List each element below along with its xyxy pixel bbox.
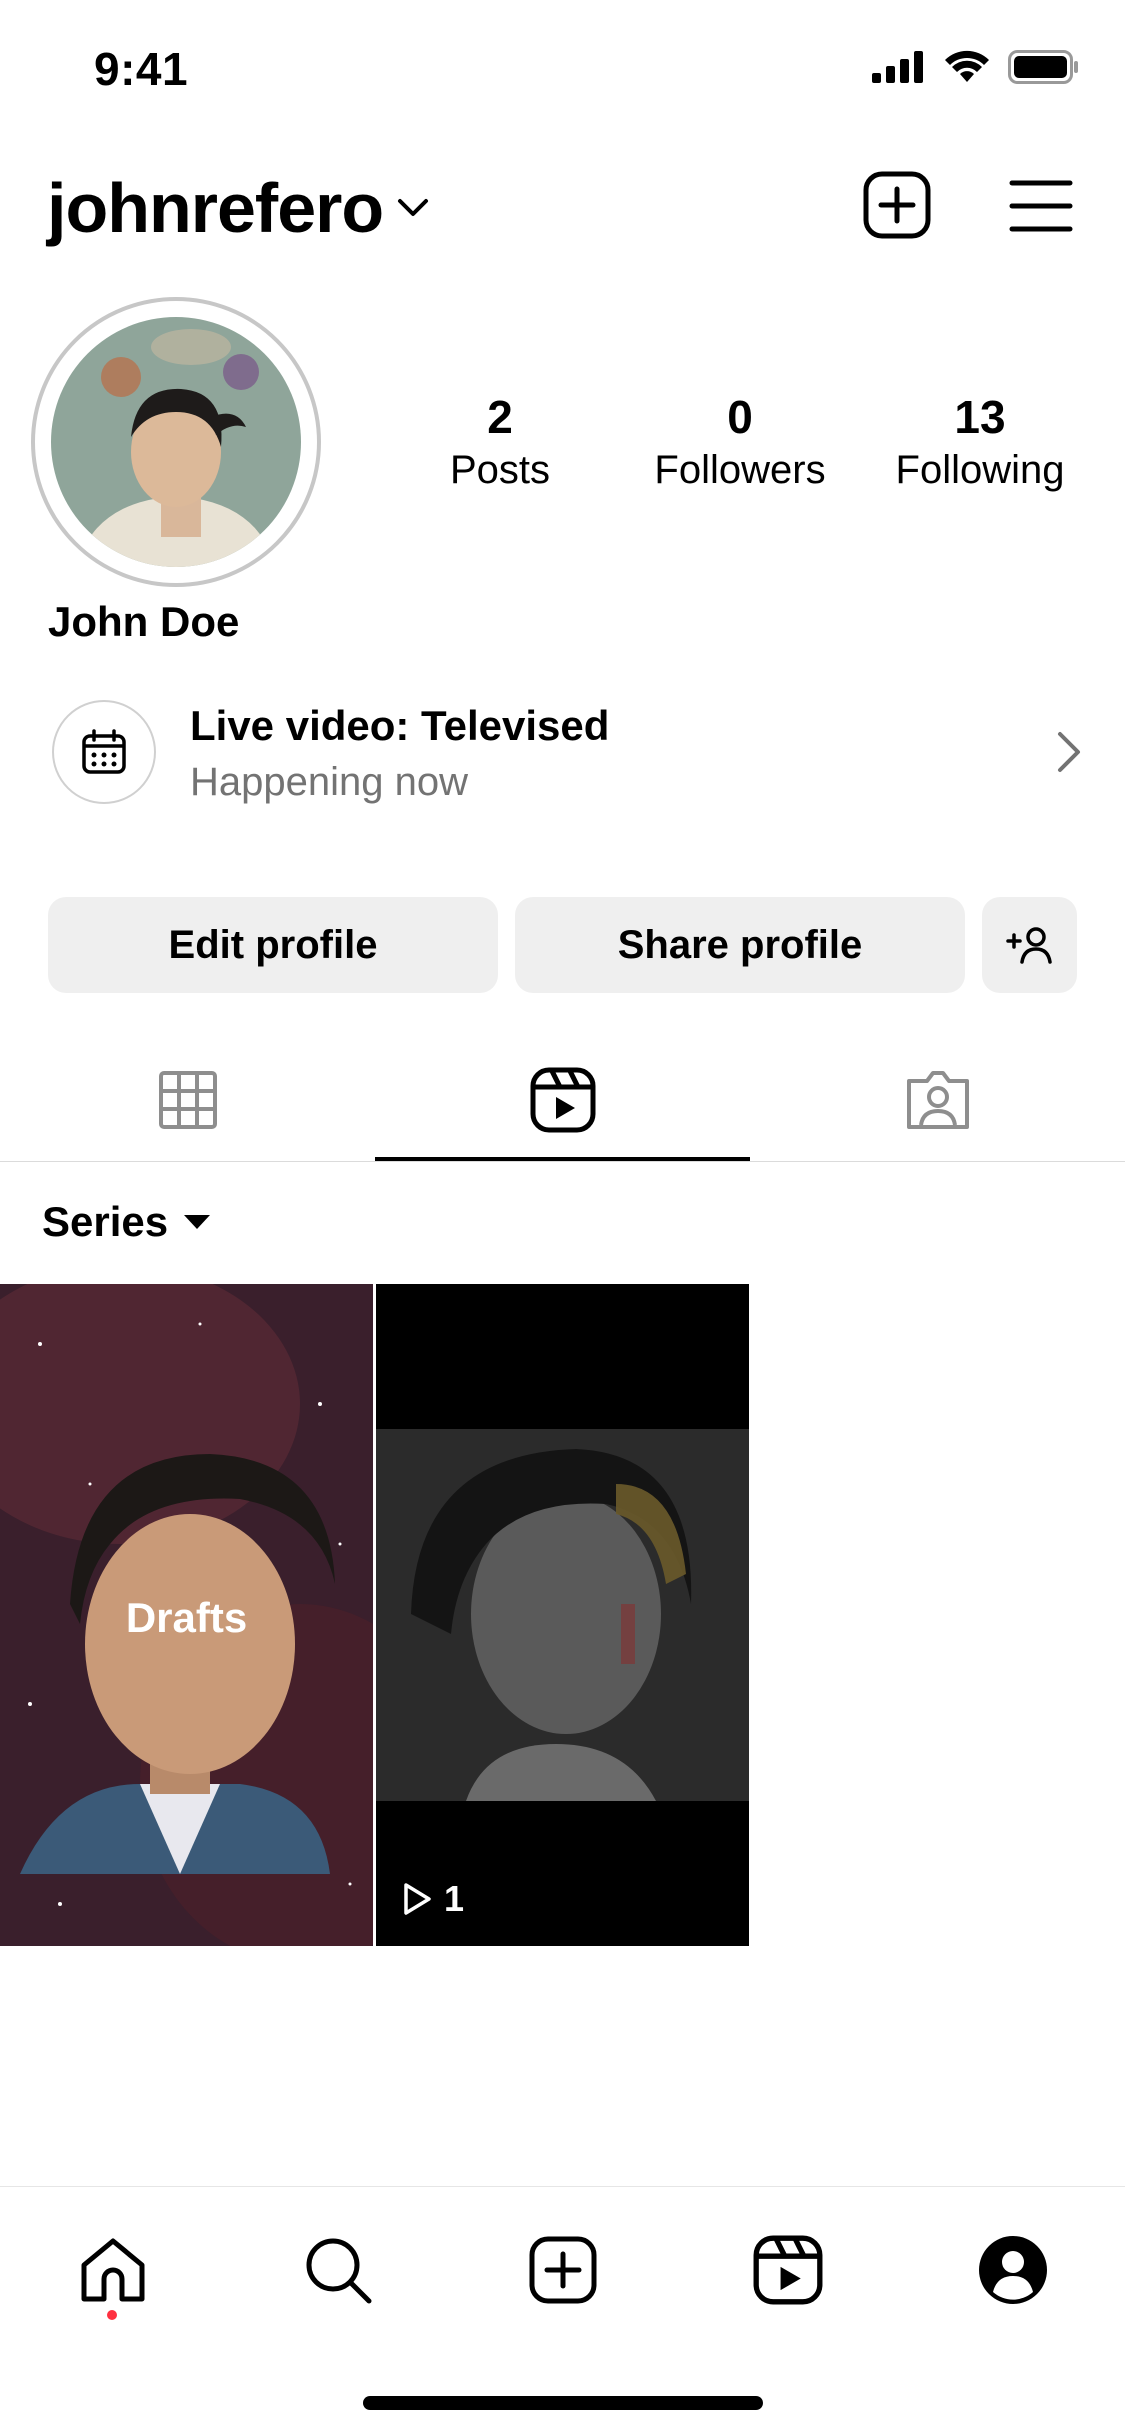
nav-profile[interactable] xyxy=(900,2222,1125,2318)
menu-button[interactable] xyxy=(1009,178,1073,234)
create-button[interactable] xyxy=(862,170,932,240)
hamburger-menu-icon xyxy=(1009,180,1073,232)
reels-icon xyxy=(530,1067,595,1133)
play-icon xyxy=(404,1883,431,1915)
calendar-icon-wrapper xyxy=(52,700,156,804)
share-profile-button[interactable]: Share profile xyxy=(515,897,965,993)
drafts-tile[interactable]: Drafts xyxy=(0,1284,373,1946)
home-icon xyxy=(81,2238,144,2302)
tab-reels[interactable] xyxy=(375,1040,750,1160)
tab-grid[interactable] xyxy=(0,1040,375,1160)
play-count: 1 xyxy=(402,1878,464,1920)
nav-reels[interactable] xyxy=(675,2222,900,2318)
live-event-row[interactable]: Live video: Televised Happening now xyxy=(52,698,1082,808)
status-time: 9:41 xyxy=(94,43,189,95)
wifi-icon xyxy=(945,50,989,82)
stat-value: 2 xyxy=(487,391,513,443)
stat-label: Following xyxy=(895,448,1065,492)
chevron-right-icon xyxy=(1058,732,1080,772)
avatar-image xyxy=(51,317,301,567)
reel-thumbnail xyxy=(376,1284,749,1946)
stat-followers[interactable]: 0 Followers xyxy=(640,390,840,493)
profile-avatar[interactable] xyxy=(31,297,321,587)
discover-people-button[interactable] xyxy=(982,897,1077,993)
nav-home[interactable] xyxy=(0,2222,225,2318)
edit-profile-button[interactable]: Edit profile xyxy=(48,897,498,993)
nav-create[interactable] xyxy=(450,2222,675,2318)
display-name: John Doe xyxy=(48,598,240,645)
status-icons xyxy=(872,50,1080,84)
nav-search[interactable] xyxy=(225,2222,450,2318)
create-icon xyxy=(529,2236,596,2304)
tagged-icon xyxy=(906,1071,969,1129)
calendar-icon xyxy=(82,729,126,774)
username: johnrefero xyxy=(47,169,384,247)
series-filter-dropdown[interactable]: Series xyxy=(42,1198,212,1246)
bottom-nav-divider xyxy=(0,2186,1125,2187)
active-tab-indicator xyxy=(375,1157,750,1161)
cellular-signal-icon xyxy=(872,51,923,83)
chevron-down-icon xyxy=(398,199,429,216)
live-event-title: Live video: Televised xyxy=(190,702,610,749)
play-count-value: 1 xyxy=(444,1878,465,1919)
home-indicator xyxy=(363,2396,763,2410)
battery-icon xyxy=(1008,50,1078,84)
caret-down-icon xyxy=(184,1215,211,1229)
series-filter-label: Series xyxy=(42,1198,169,1245)
stat-label: Posts xyxy=(449,448,551,492)
add-person-icon xyxy=(1005,927,1052,964)
stat-following[interactable]: 13 Following xyxy=(880,390,1080,493)
plus-square-icon xyxy=(863,171,931,239)
account-switcher[interactable]: johnrefero xyxy=(47,168,429,248)
tab-tagged[interactable] xyxy=(750,1040,1125,1160)
live-event-subtitle: Happening now xyxy=(190,760,468,804)
tabs-divider xyxy=(0,1161,1125,1162)
reel-tile[interactable]: 1 xyxy=(376,1284,749,1946)
notification-dot xyxy=(107,2310,117,2320)
reels-icon xyxy=(753,2235,822,2305)
stat-value: 13 xyxy=(954,391,1006,443)
stat-posts[interactable]: 2 Posts xyxy=(400,390,600,493)
stat-value: 0 xyxy=(727,391,753,443)
search-icon xyxy=(306,2238,371,2304)
profile-icon xyxy=(978,2236,1047,2304)
drafts-label: Drafts xyxy=(125,1594,248,1641)
grid-icon xyxy=(158,1071,217,1129)
stat-label: Followers xyxy=(654,448,826,492)
